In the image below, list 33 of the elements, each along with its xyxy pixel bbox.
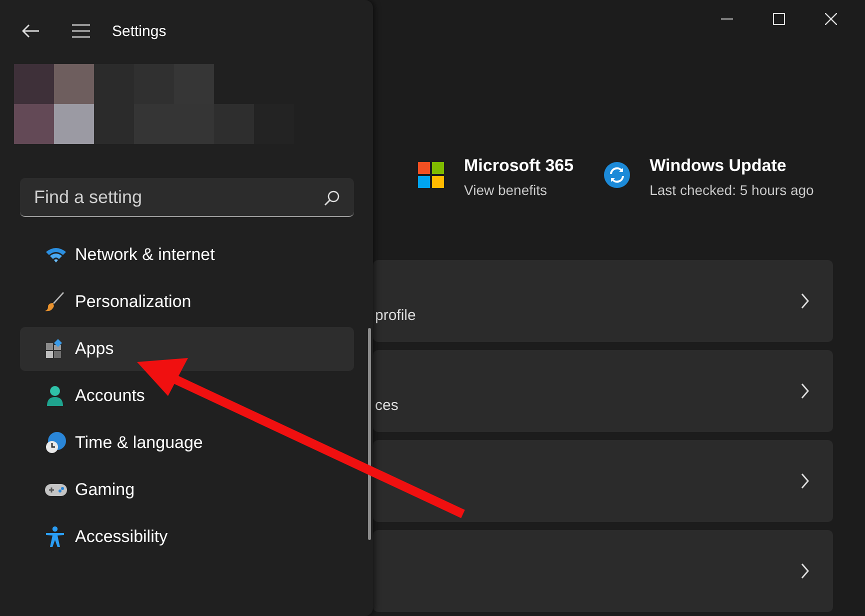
nav-item[interactable]: Gaming xyxy=(20,468,354,512)
search-icon xyxy=(324,190,340,206)
menu-icon xyxy=(71,24,91,38)
sync-icon xyxy=(604,162,630,188)
settings-card[interactable]: profile xyxy=(373,260,833,342)
tile-subtitle: View benefits xyxy=(464,182,548,198)
nav-item[interactable]: Accessibility xyxy=(20,515,354,559)
gamepad-icon xyxy=(45,482,67,498)
wifi-icon xyxy=(45,246,67,264)
close-icon xyxy=(825,13,837,25)
back-arrow-icon xyxy=(22,24,40,38)
globe-clock-icon xyxy=(45,432,67,454)
tile-subtitle: Last checked: 5 hours ago xyxy=(650,182,814,198)
nav-item[interactable]: Apps xyxy=(20,327,354,371)
settings-card[interactable]: ces xyxy=(373,350,833,432)
paintbrush-icon xyxy=(45,292,65,312)
accessibility-icon xyxy=(45,526,65,548)
nav-item[interactable]: Time & language xyxy=(20,421,354,465)
search-field[interactable]: Find a setting xyxy=(20,178,354,217)
minimize-icon xyxy=(721,18,733,20)
nav-item[interactable]: Accounts xyxy=(20,374,354,418)
tile-title: Windows Update xyxy=(650,156,788,176)
card-subtitle: ces xyxy=(374,396,398,414)
settings-card[interactable] xyxy=(373,440,833,522)
apps-icon xyxy=(45,339,65,359)
nav-item[interactable]: Network & internet xyxy=(20,233,354,277)
card-subtitle: profile xyxy=(374,306,416,324)
tile-title: Microsoft 365 xyxy=(464,156,574,176)
person-icon xyxy=(45,386,65,406)
window-title: Settings xyxy=(112,22,166,40)
nav-item[interactable]: Personalization xyxy=(20,280,354,324)
four-squares-icon xyxy=(418,162,444,188)
maximize-icon xyxy=(773,13,785,25)
